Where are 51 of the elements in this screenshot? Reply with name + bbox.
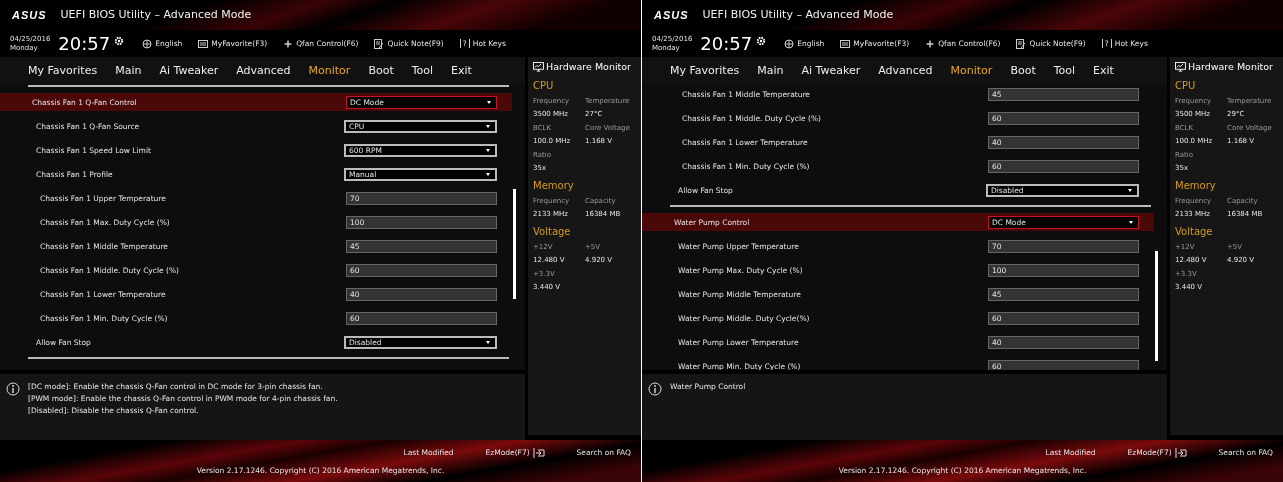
note-icon xyxy=(374,38,385,49)
section-heading: CPU xyxy=(1175,80,1197,92)
menu-tab[interactable]: Monitor xyxy=(308,64,351,78)
exit-icon xyxy=(1174,447,1187,458)
menu-tab[interactable]: Main xyxy=(757,64,784,78)
menu-tab[interactable]: Advanced xyxy=(878,64,933,78)
caret-icon xyxy=(1129,220,1133,224)
menu-tab[interactable]: Monitor xyxy=(950,64,993,78)
clock-time: 20:57 xyxy=(58,33,111,55)
menu-tab[interactable]: Ai Tweaker xyxy=(159,64,219,78)
menu-tab[interactable]: Boot xyxy=(1010,64,1036,78)
monitor-icon xyxy=(533,61,544,72)
section-heading: Memory xyxy=(533,180,575,192)
caret-icon xyxy=(486,340,490,344)
list-icon xyxy=(840,38,851,49)
menu-tab[interactable]: Ai Tweaker xyxy=(801,64,861,78)
menu-tab[interactable]: Boot xyxy=(368,64,394,78)
window-title: UEFI BIOS Utility – Advanced Mode xyxy=(60,8,252,22)
menu-tab[interactable]: Tool xyxy=(1053,64,1076,78)
panel-title: Hardware Monitor xyxy=(546,61,631,73)
caret-icon xyxy=(486,172,490,176)
info-icon xyxy=(6,382,20,397)
info-icon xyxy=(648,382,662,397)
section-heading: Voltage xyxy=(533,226,572,238)
panel-title: Hardware Monitor xyxy=(1188,61,1273,73)
section-heading: Voltage xyxy=(1175,226,1214,238)
exit-icon xyxy=(532,447,545,458)
menu-tab[interactable]: Advanced xyxy=(236,64,291,78)
globe-icon xyxy=(784,38,795,49)
settings-icon[interactable] xyxy=(114,35,125,46)
section-heading: CPU xyxy=(533,80,555,92)
note-icon xyxy=(1016,38,1027,49)
menu-tab[interactable]: My Favorites xyxy=(28,64,98,78)
settings-icon[interactable] xyxy=(756,35,767,46)
menu-tab[interactable]: Exit xyxy=(1093,64,1114,78)
brand-logo: ASUS xyxy=(12,8,47,21)
window-title: UEFI BIOS Utility – Advanced Mode xyxy=(702,8,894,22)
caret-icon xyxy=(487,100,491,104)
menu-tab[interactable]: My Favorites xyxy=(670,64,740,78)
list-icon xyxy=(198,38,209,49)
section-heading: Memory xyxy=(1175,180,1217,192)
caret-icon xyxy=(1128,188,1132,192)
caret-icon xyxy=(486,148,490,152)
clock-time: 20:57 xyxy=(700,33,753,55)
menu-tab[interactable]: Tool xyxy=(411,64,434,78)
brand-logo: ASUS xyxy=(654,8,689,21)
monitor-icon xyxy=(1175,61,1186,72)
menu-tab[interactable]: Main xyxy=(115,64,142,78)
menu-tab[interactable]: Exit xyxy=(451,64,472,78)
caret-icon xyxy=(486,124,490,128)
globe-icon xyxy=(142,38,153,49)
